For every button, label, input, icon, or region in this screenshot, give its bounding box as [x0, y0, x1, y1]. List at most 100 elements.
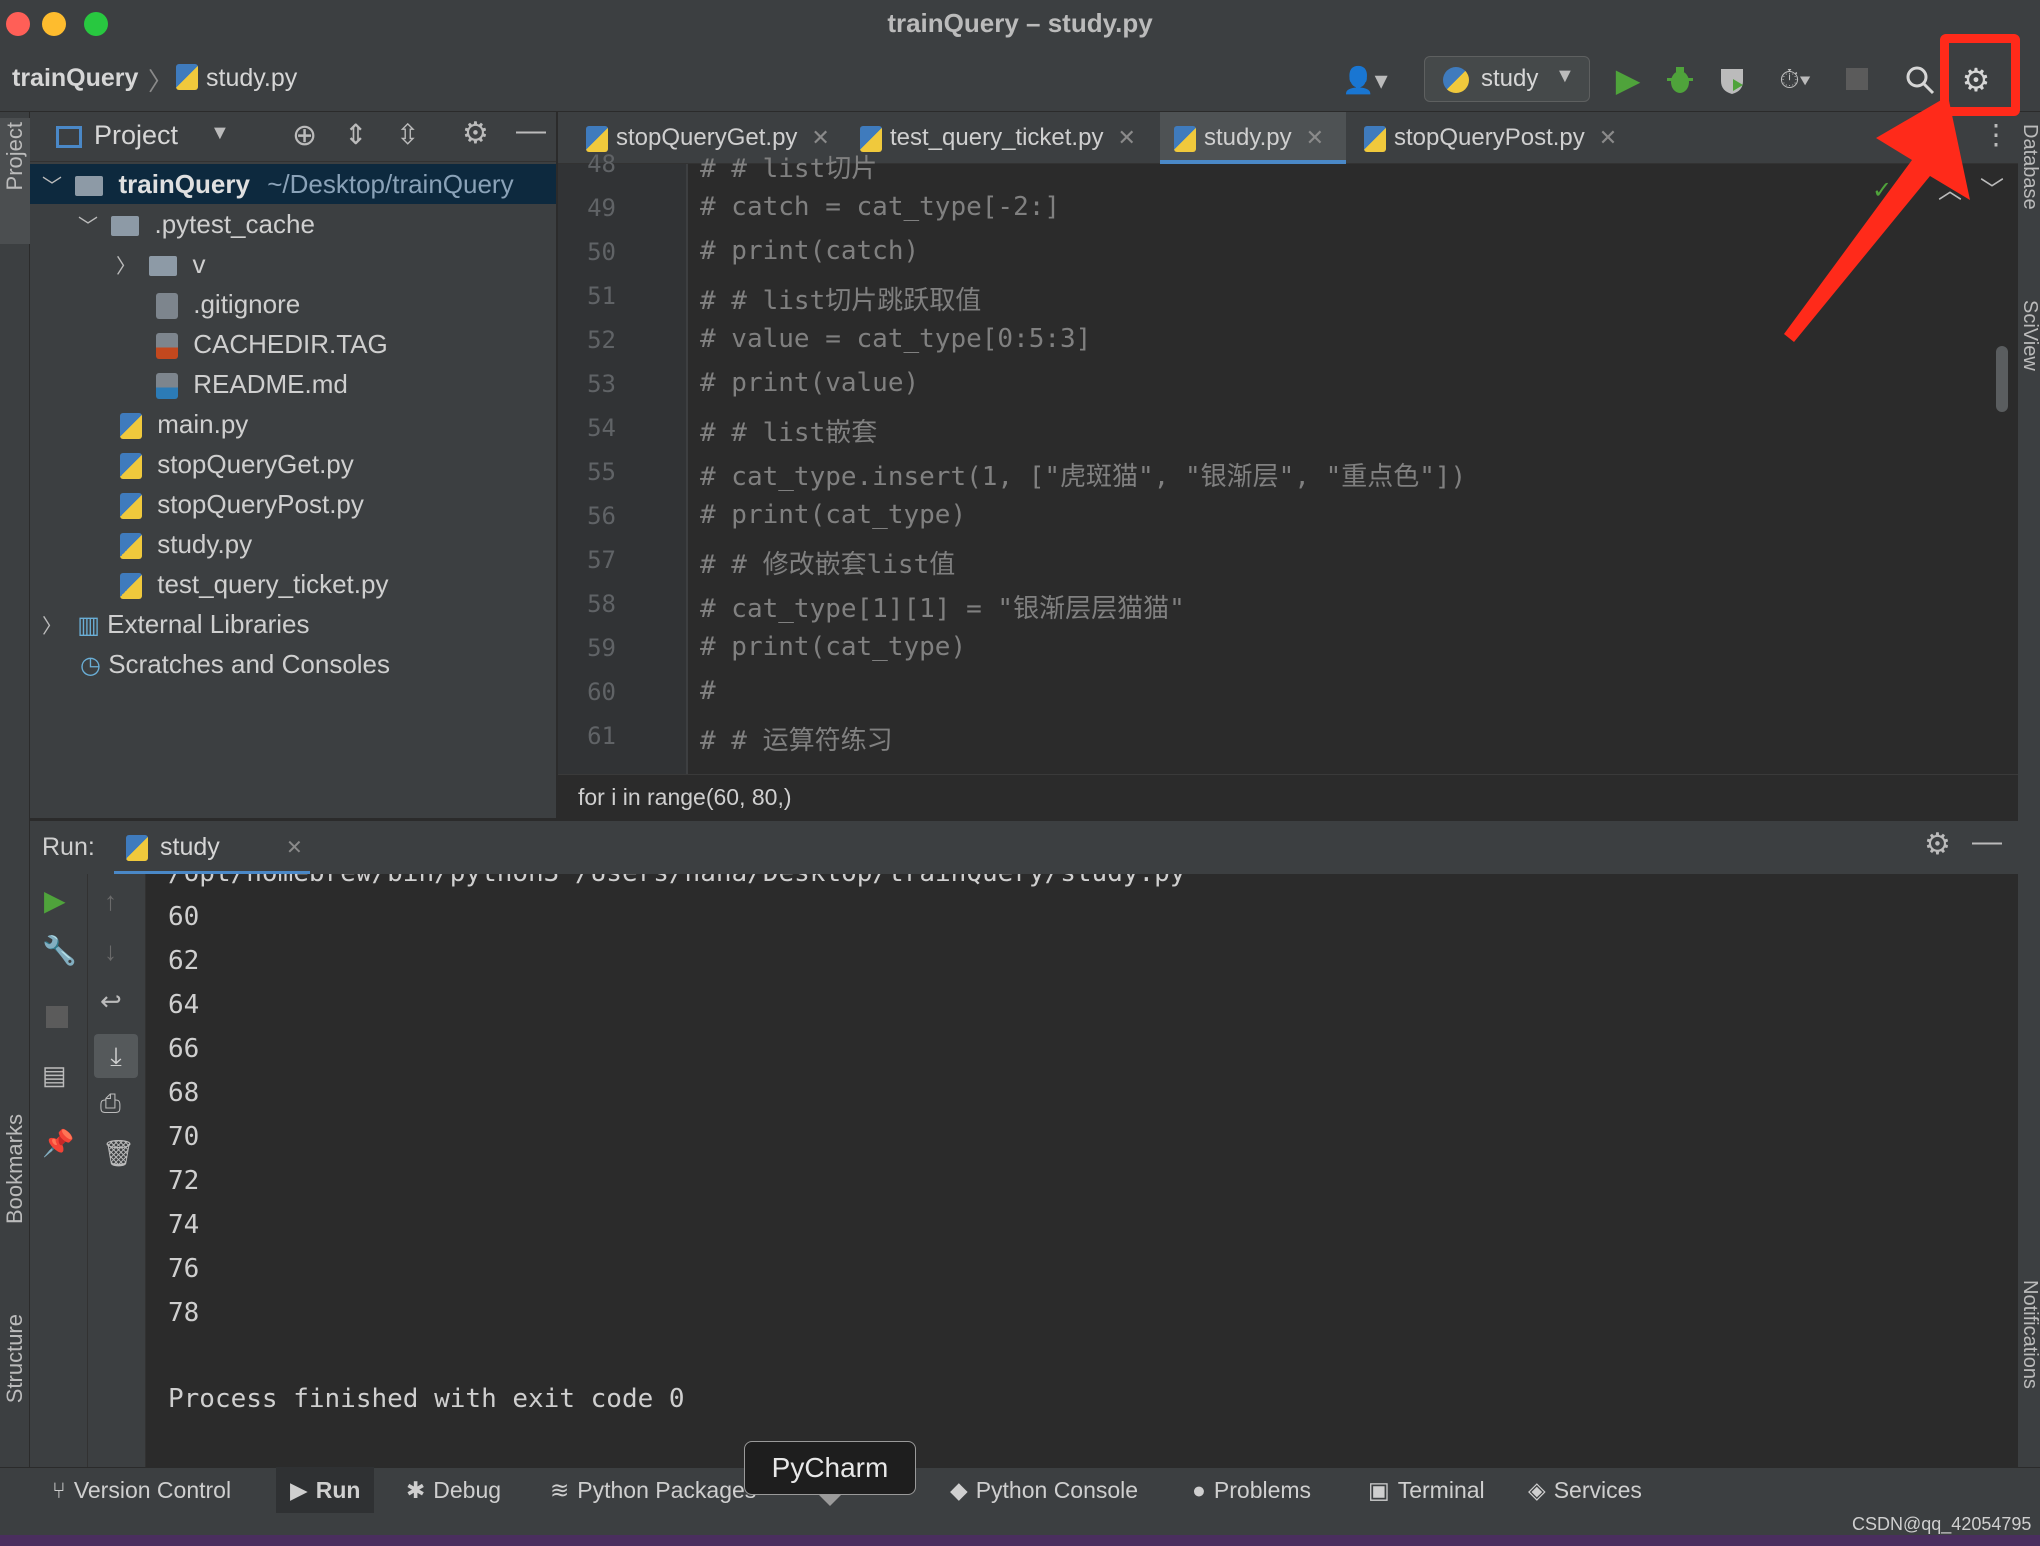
soft-wrap-icon[interactable]: ↩: [100, 986, 122, 1017]
tool-version-control[interactable]: ⑂ Version Control: [52, 1467, 231, 1513]
breadcrumb-project[interactable]: trainQuery: [12, 64, 138, 93]
expand-all-icon[interactable]: ⇕: [344, 118, 367, 151]
code-line[interactable]: # # list嵌套: [700, 412, 877, 449]
python-file-icon: [120, 533, 142, 560]
locate-icon[interactable]: ⊕: [292, 118, 317, 153]
line-number: 57: [587, 546, 616, 574]
tree-row-main[interactable]: main.py: [30, 404, 248, 444]
hide-panel-icon[interactable]: —: [1972, 825, 2002, 859]
tool-services[interactable]: ◈ Services: [1528, 1467, 1642, 1513]
python-file-icon: [176, 64, 206, 90]
tab-test-query-ticket[interactable]: test_query_ticket.py ✕: [846, 112, 1136, 164]
run-panel-header: Run: study ✕ ⚙ —: [30, 820, 2018, 875]
code-line[interactable]: # # list切片跳跃取值: [700, 280, 981, 317]
tab-study[interactable]: study.py ✕: [1160, 112, 1346, 164]
tool-run[interactable]: ▶ Run: [276, 1467, 375, 1513]
arrow-down-icon[interactable]: ↓: [104, 936, 117, 967]
database-tool-tab[interactable]: Database: [2018, 124, 2040, 274]
tree-row-test-query-ticket[interactable]: test_query_ticket.py: [30, 564, 388, 604]
code-line[interactable]: # cat_type[1][1] = "银渐层层猫猫": [700, 588, 1185, 625]
coverage-button[interactable]: [1710, 58, 1754, 102]
tool-label: Version Control: [73, 1477, 232, 1503]
tree-row-stopqueryget[interactable]: stopQueryGet.py: [30, 444, 354, 484]
notifications-tool-tab[interactable]: Notifications: [2018, 1280, 2040, 1450]
project-view-icon: [56, 126, 82, 148]
code-line[interactable]: # # 修改嵌套list值: [700, 544, 955, 581]
tree-row-gitignore[interactable]: .gitignore: [30, 284, 300, 324]
breadcrumb-file[interactable]: study.py: [206, 64, 297, 93]
tree-row-scratches[interactable]: ◷ Scratches and Consoles: [30, 644, 390, 684]
run-button[interactable]: ▶: [1606, 58, 1650, 102]
dock-strip: [0, 1535, 2040, 1546]
close-tab-icon[interactable]: ✕: [811, 125, 829, 150]
stop-button[interactable]: [1846, 68, 1868, 90]
tree-row-pytest-cache[interactable]: ﹀ .pytest_cache: [30, 204, 315, 244]
wrench-icon[interactable]: 🔧: [42, 934, 77, 967]
debug-button[interactable]: [1658, 58, 1702, 102]
editor-scrollbar[interactable]: [1996, 346, 2008, 412]
tool-terminal[interactable]: ▣ Terminal: [1368, 1467, 1485, 1513]
tab-stopquerypost[interactable]: stopQueryPost.py ✕: [1350, 112, 1617, 164]
bookmarks-tool-tab[interactable]: Bookmarks: [0, 1110, 30, 1270]
tree-row-readme[interactable]: README.md: [30, 364, 348, 404]
code-line[interactable]: # print(cat_type): [700, 500, 966, 530]
code-line[interactable]: # # list切片: [700, 148, 877, 185]
close-tab-icon[interactable]: ✕: [286, 835, 303, 860]
line-number: 53: [587, 370, 616, 398]
tree-row-v[interactable]: 〉 v: [30, 244, 205, 284]
tool-python-packages[interactable]: ≋ Python Packages: [550, 1467, 762, 1513]
gear-icon[interactable]: ⚙: [462, 116, 489, 151]
tab-menu-icon[interactable]: ⋮: [1982, 118, 2010, 151]
run-config-selector[interactable]: study ▼: [1424, 56, 1590, 102]
scroll-to-end-icon[interactable]: ⤓: [94, 1034, 138, 1078]
code-line[interactable]: # catch = cat_type[-2:]: [700, 192, 1060, 222]
trash-icon[interactable]: 🗑: [102, 1138, 135, 1169]
tool-label: Python Console: [975, 1477, 1139, 1503]
run-console[interactable]: /opt/homebrew/bin/python3 /Users/nana/De…: [146, 874, 2018, 1467]
code-line[interactable]: # print(cat_type): [700, 632, 966, 662]
tree-row-trainquery[interactable]: ﹀ trainQuery ~/Desktop/trainQuery: [30, 164, 556, 204]
hide-panel-icon[interactable]: —: [516, 114, 546, 148]
pin-icon[interactable]: 📌: [42, 1128, 74, 1159]
chevron-down-icon[interactable]: ﹀: [1980, 170, 2004, 205]
tool-problems[interactable]: ● Problems: [1192, 1467, 1311, 1513]
project-view-label[interactable]: Project: [94, 120, 178, 151]
chevron-down-icon: ﹀: [42, 176, 62, 198]
console-output-line: 62: [168, 946, 200, 976]
layout-icon[interactable]: ▤: [42, 1060, 67, 1091]
code-line[interactable]: # value = cat_type[0:5:3]: [700, 324, 1091, 354]
collapse-all-icon[interactable]: ⇳: [396, 118, 419, 151]
code-line[interactable]: # print(catch): [700, 236, 919, 266]
terminal-icon: ▣: [1368, 1477, 1390, 1503]
tree-label: v: [192, 249, 206, 279]
close-tab-icon[interactable]: ✕: [1117, 125, 1135, 150]
stop-icon[interactable]: [46, 1006, 68, 1028]
close-tab-icon[interactable]: ✕: [1599, 125, 1617, 150]
code-line[interactable]: # print(value): [700, 368, 919, 398]
tool-label: Problems: [1213, 1477, 1312, 1503]
close-tab-icon[interactable]: ✕: [1306, 125, 1324, 150]
tree-row-study[interactable]: study.py: [30, 524, 252, 564]
arrow-up-icon[interactable]: ↑: [104, 886, 117, 917]
code-line[interactable]: # cat_type.insert(1, ["虎斑猫", "银渐层", "重点色…: [700, 456, 1466, 493]
code-line[interactable]: # # 运算符练习: [700, 720, 893, 757]
console-output-line: 78: [168, 1298, 200, 1328]
print-icon[interactable]: ⎙: [100, 1088, 121, 1120]
code-breadcrumb[interactable]: for i in range(60, 80,): [558, 774, 2018, 818]
project-tool-tab[interactable]: Project: [0, 118, 30, 244]
tree-row-external-libraries[interactable]: 〉 ▥ External Libraries: [30, 604, 309, 644]
gear-icon[interactable]: ⚙: [1924, 827, 1951, 862]
tree-label: CACHEDIR.TAG: [193, 329, 388, 359]
tree-row-stopquerypost[interactable]: stopQueryPost.py: [30, 484, 364, 524]
rerun-icon[interactable]: ▶: [44, 884, 66, 917]
tool-python-console[interactable]: ◆ Python Console: [950, 1467, 1138, 1513]
account-icon[interactable]: 👤▾: [1336, 60, 1394, 100]
structure-tool-tab[interactable]: Structure: [0, 1310, 30, 1460]
run-tab-study[interactable]: study ✕: [114, 821, 310, 875]
tree-row-cachedir[interactable]: CACHEDIR.TAG: [30, 324, 388, 364]
chevron-down-icon[interactable]: ▼: [210, 122, 230, 145]
tool-debug[interactable]: ✱ Debug: [406, 1467, 501, 1513]
code-line[interactable]: #: [700, 676, 716, 706]
run-toolbar-primary: ▶ 🔧 ▤ 📌: [30, 874, 88, 1467]
sciview-tool-tab[interactable]: SciView: [2018, 300, 2040, 430]
